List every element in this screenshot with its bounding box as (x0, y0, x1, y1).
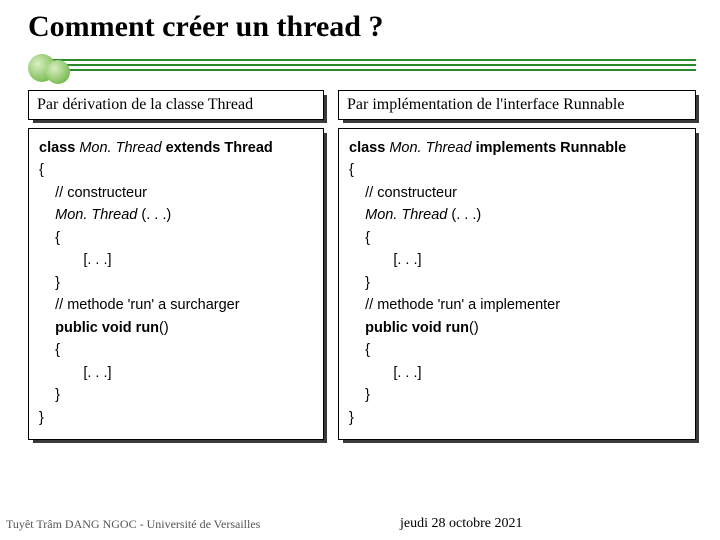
indent (39, 207, 55, 223)
args: () (469, 320, 479, 336)
code-line: [. . .] (39, 362, 313, 384)
args: (. . .) (447, 207, 481, 223)
footer-author: Tuyêt Trâm DANG NGOC - Université de Ver… (6, 517, 260, 532)
kw: public void run (365, 320, 469, 336)
indent (349, 207, 365, 223)
indent (349, 320, 365, 336)
right-heading-box: Par implémentation de l'interface Runnab… (338, 90, 696, 120)
code-line: { (349, 159, 685, 181)
code-line: class Mon. Thread implements Runnable (349, 137, 685, 159)
code-line: { (39, 339, 313, 361)
indent (39, 320, 55, 336)
code-line: { (349, 227, 685, 249)
code-line: Mon. Thread (. . .) (349, 204, 685, 226)
classname: Mon. Thread (79, 140, 161, 156)
code-line: } (349, 407, 685, 429)
code-line: } (39, 384, 313, 406)
classname: Mon. Thread (389, 140, 471, 156)
column-right: Par implémentation de l'interface Runnab… (338, 90, 696, 440)
code-line: } (39, 272, 313, 294)
left-heading-text: Par dérivation de la classe Thread (37, 96, 253, 113)
green-lines (50, 59, 696, 71)
left-code-box: class Mon. Thread extends Thread { // co… (28, 128, 324, 440)
classname: Mon. Thread (55, 207, 137, 223)
left-heading-box: Par dérivation de la classe Thread (28, 90, 324, 120)
code-line: } (349, 384, 685, 406)
header-decoration (28, 54, 696, 82)
code-line: [. . .] (349, 362, 685, 384)
green-bubble-icon (46, 60, 70, 84)
content-columns: Par dérivation de la classe Thread class… (28, 90, 696, 440)
code-line: { (39, 227, 313, 249)
code-line: class Mon. Thread extends Thread (39, 137, 313, 159)
code-line: } (349, 272, 685, 294)
classname: Mon. Thread (365, 207, 447, 223)
code-line: [. . .] (39, 249, 313, 271)
code-line: [. . .] (349, 249, 685, 271)
code-line: // constructeur (39, 182, 313, 204)
kw: extends Thread (162, 140, 273, 156)
kw: implements Runnable (472, 140, 627, 156)
column-left: Par dérivation de la classe Thread class… (28, 90, 324, 440)
args: (. . .) (137, 207, 171, 223)
code-line: // methode 'run' a surcharger (39, 294, 313, 316)
kw: class (349, 140, 389, 156)
code-line: } (39, 407, 313, 429)
footer-date: jeudi 28 octobre 2021 (400, 516, 522, 532)
code-line: // methode 'run' a implementer (349, 294, 685, 316)
code-line: public void run() (39, 317, 313, 339)
page-title: Comment créer un thread ? (28, 10, 384, 44)
code-line: { (349, 339, 685, 361)
right-heading-text: Par implémentation de l'interface Runnab… (347, 96, 624, 113)
code-line: // constructeur (349, 182, 685, 204)
code-line: Mon. Thread (. . .) (39, 204, 313, 226)
code-line: { (39, 159, 313, 181)
code-line: public void run() (349, 317, 685, 339)
kw: class (39, 140, 79, 156)
kw: public void run (55, 320, 159, 336)
right-code-box: class Mon. Thread implements Runnable { … (338, 128, 696, 440)
args: () (159, 320, 169, 336)
